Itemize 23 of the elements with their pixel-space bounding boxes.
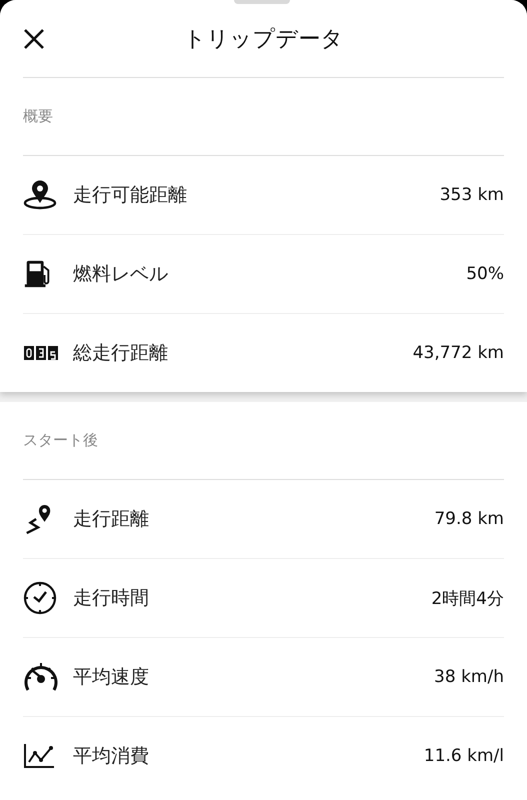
stat-label: 走行時間: [73, 586, 150, 611]
stat-label: 平均速度: [73, 665, 150, 690]
stat-value: 353 km: [440, 185, 504, 205]
screen-title: トリップデータ: [184, 26, 344, 52]
stat-value: 2時間4分: [431, 588, 504, 610]
stat-label: 総走行距離: [73, 341, 169, 366]
stat-value: 79.8 km: [434, 509, 504, 529]
line-chart-icon: [23, 743, 55, 769]
stat-value: 38 km/h: [434, 667, 504, 687]
location-pin-icon: [23, 180, 57, 210]
stat-value: 50%: [466, 264, 504, 284]
close-button[interactable]: [23, 28, 45, 50]
stat-label: 走行距離: [73, 507, 150, 532]
section-title: 概要: [23, 107, 53, 126]
stat-label: 走行可能距離: [73, 183, 188, 208]
drag-handle[interactable]: [234, 0, 290, 4]
stat-label: 平均消費: [73, 744, 150, 769]
stat-label: 燃料レベル: [73, 262, 169, 287]
section-title: スタート後: [23, 431, 98, 450]
clock-icon: [23, 581, 57, 615]
odometer-icon: [23, 343, 59, 363]
stat-value: 11.6 km/l: [424, 746, 504, 766]
stat-value: 43,772 km: [412, 343, 504, 363]
